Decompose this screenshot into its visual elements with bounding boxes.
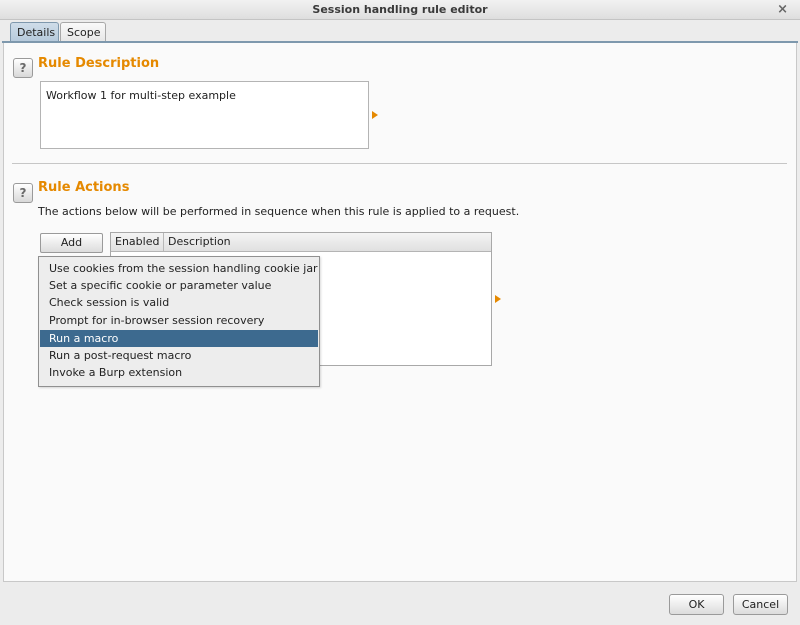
column-header-description[interactable]: Description (164, 233, 491, 251)
menu-item-set-cookie-parameter[interactable]: Set a specific cookie or parameter value (40, 277, 318, 294)
tab-details[interactable]: Details (10, 22, 59, 42)
window-title: Session handling rule editor (312, 3, 488, 16)
menu-item-check-session[interactable]: Check session is valid (40, 294, 318, 311)
column-header-enabled[interactable]: Enabled (111, 233, 164, 251)
close-icon[interactable]: × (777, 0, 788, 19)
window-titlebar: Session handling rule editor × (0, 0, 800, 20)
rule-description-heading: Rule Description (38, 56, 160, 71)
rule-actions-intro: The actions below will be performed in s… (38, 205, 520, 218)
cancel-button[interactable]: Cancel (733, 594, 788, 615)
ok-button[interactable]: OK (669, 594, 724, 615)
menu-item-use-cookies[interactable]: Use cookies from the session handling co… (40, 260, 318, 277)
expand-arrow-icon[interactable] (495, 295, 501, 303)
add-action-button[interactable]: Add (40, 233, 103, 253)
table-header: Enabled Description (111, 233, 491, 252)
section-divider (12, 163, 787, 164)
rule-description-input[interactable]: Workflow 1 for multi-step example (40, 81, 369, 149)
tab-scope[interactable]: Scope (60, 22, 106, 42)
expand-arrow-icon[interactable] (372, 111, 378, 119)
menu-item-invoke-extension[interactable]: Invoke a Burp extension (40, 364, 318, 381)
help-icon-rule-description[interactable]: ? (13, 58, 33, 78)
menu-item-prompt-recovery[interactable]: Prompt for in-browser session recovery (40, 312, 318, 329)
menu-item-run-post-request-macro[interactable]: Run a post-request macro (40, 347, 318, 364)
add-action-menu: Use cookies from the session handling co… (38, 256, 320, 387)
rule-actions-heading: Rule Actions (38, 180, 130, 195)
menu-item-run-macro[interactable]: Run a macro (40, 330, 318, 347)
help-icon-rule-actions[interactable]: ? (13, 183, 33, 203)
